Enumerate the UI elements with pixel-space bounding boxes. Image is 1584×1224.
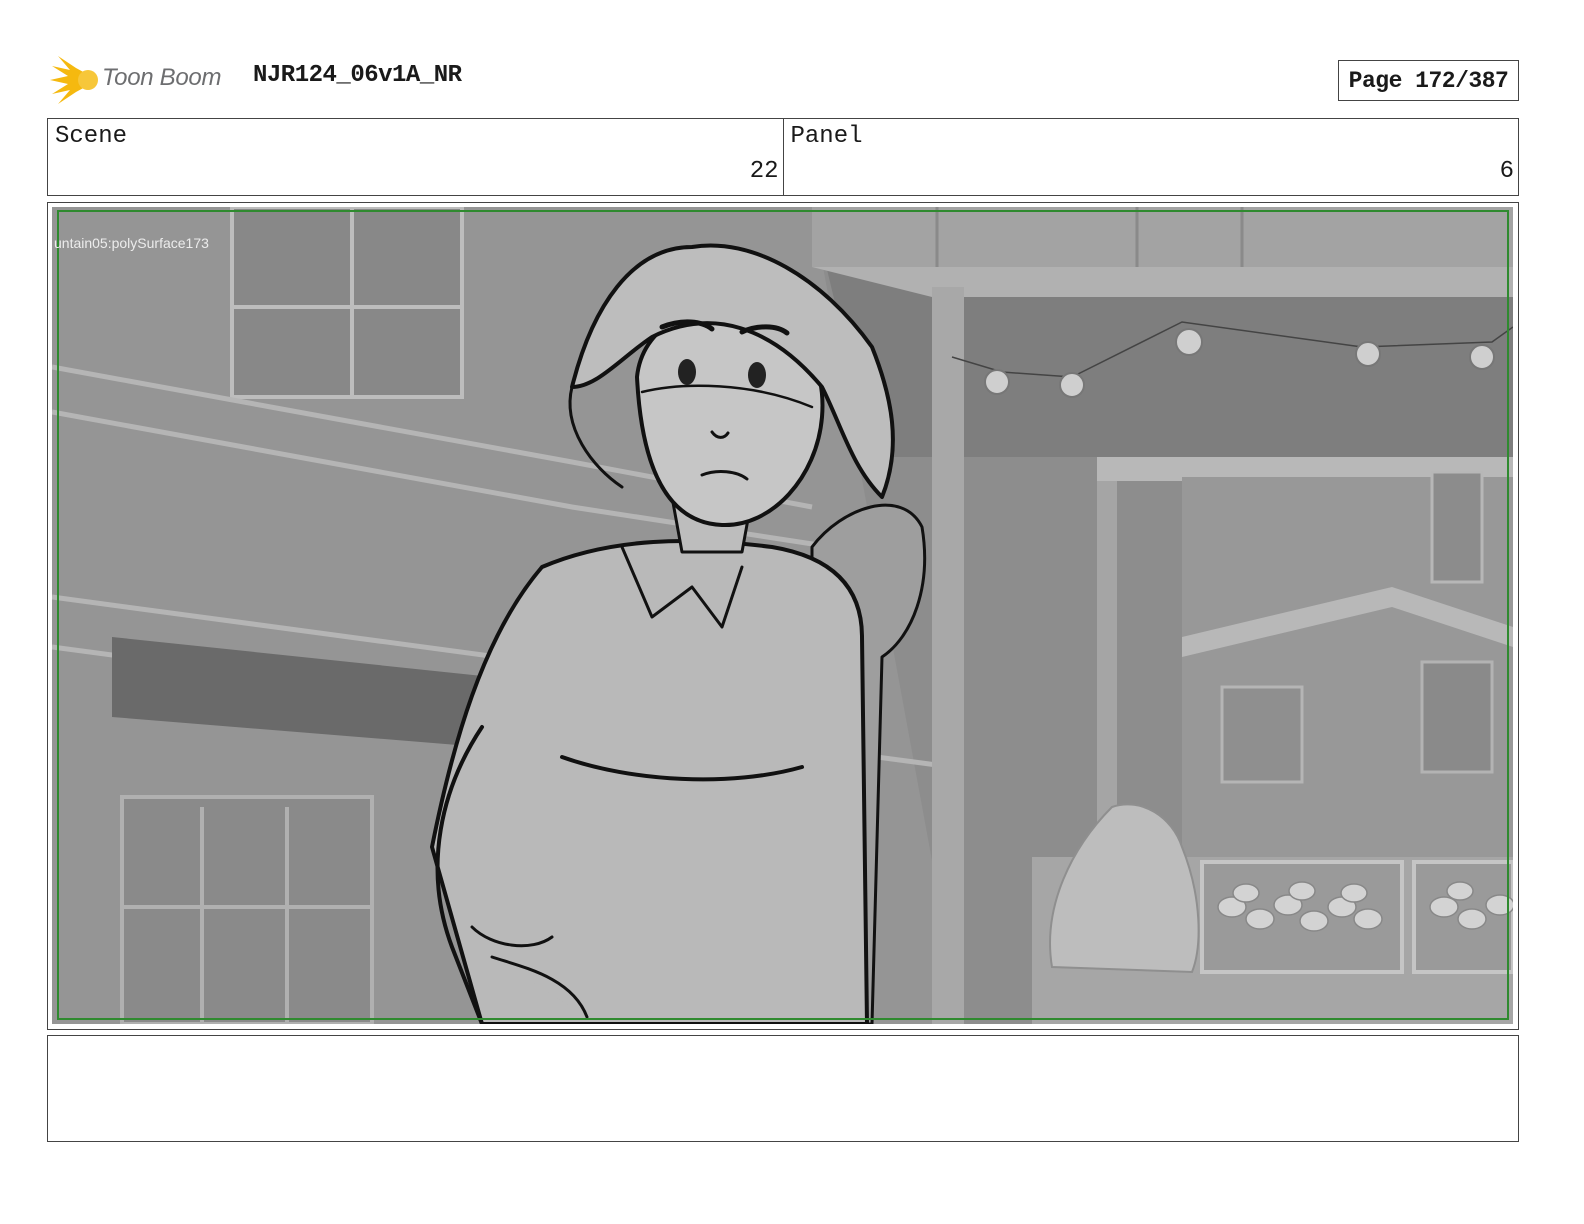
panel-notes-box	[47, 1035, 1519, 1142]
logo-text: Toon Boom	[102, 64, 222, 91]
upper-window-left	[230, 207, 464, 399]
layer-label: untain05:polySurface173	[54, 235, 209, 251]
scene-label: Scene	[55, 123, 128, 150]
storyboard-panel: untain05:polySurface173	[47, 202, 1519, 1030]
scene-cell: Scene 22	[48, 119, 783, 195]
scene-panel-header: Scene 22 Panel 6	[47, 118, 1519, 196]
panel-label: Panel	[790, 123, 863, 150]
panel-number: 6	[1499, 158, 1514, 185]
lower-window-left	[120, 795, 374, 1024]
starburst-icon	[50, 56, 98, 104]
panel-cell: Panel 6	[782, 119, 1519, 195]
toon-boom-logo: Toon Boom	[50, 54, 240, 106]
panel-artwork	[52, 207, 1513, 1024]
project-title: NJR124_06v1A_NR	[253, 62, 462, 89]
scene-number: 22	[749, 158, 779, 185]
page-number: Page 172/387	[1338, 60, 1519, 101]
storyboard-page: Toon Boom NJR124_06v1A_NR Page 172/387 S…	[0, 0, 1584, 1224]
